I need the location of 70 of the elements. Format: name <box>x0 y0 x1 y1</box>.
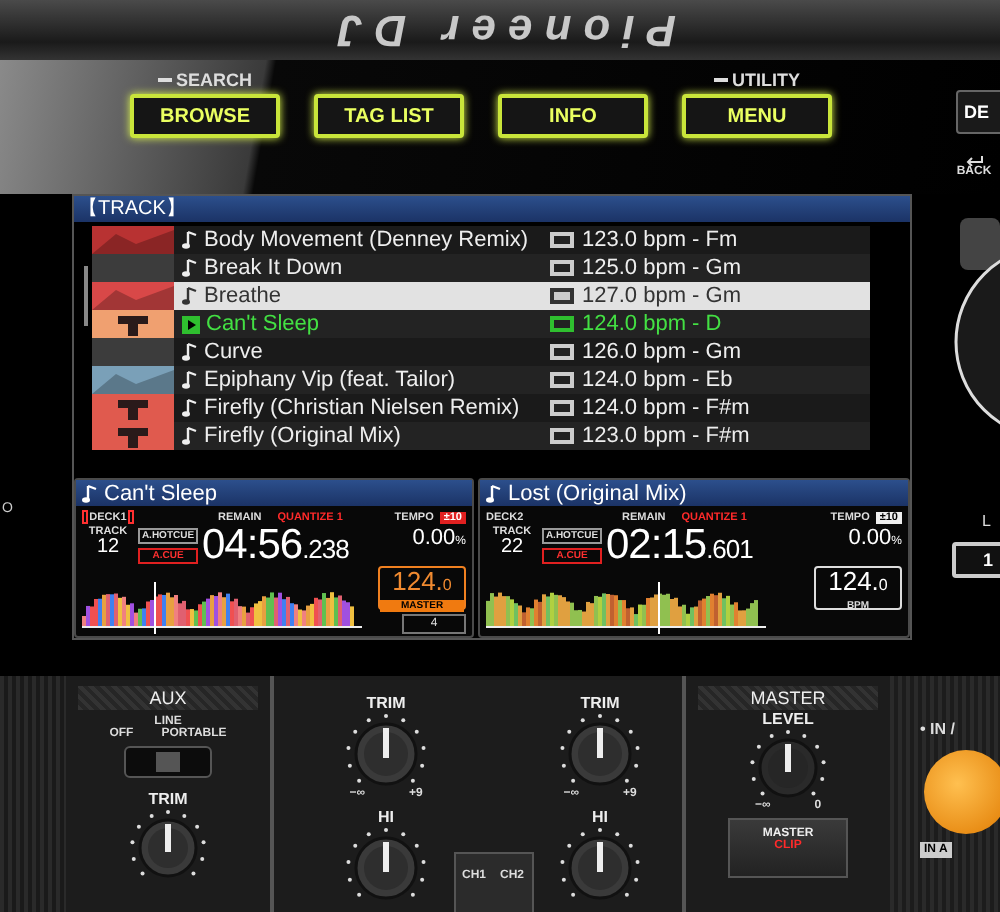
track-number: 12 <box>96 538 120 558</box>
track-title: Breathe <box>174 284 550 308</box>
music-note-icon <box>182 286 198 306</box>
section-title: AUX <box>78 686 258 710</box>
section-title: MASTER <box>698 686 878 710</box>
list-header: 【TRACK】 <box>74 196 910 222</box>
bpm-icon <box>550 260 574 276</box>
bpm-key: 124.0 bpm - Eb <box>582 368 733 392</box>
track-row[interactable]: Firefly (Christian Nielsen Remix) 124.0 bpm - F#m <box>92 394 870 422</box>
shift-label: UTILITY <box>714 66 800 94</box>
deck-track-title: Lost (Original Mix) <box>480 480 908 506</box>
knob-label: LEVEL <box>762 710 814 728</box>
knob-label: TRIM <box>148 790 188 808</box>
music-note-icon <box>182 342 198 362</box>
bpm-icon <box>550 344 574 360</box>
bpm-icon <box>550 428 574 444</box>
track-row[interactable]: Break It Down 125.0 bpm - Gm <box>92 254 870 282</box>
bpm-key: 125.0 bpm - Gm <box>582 256 741 280</box>
knob-label: TRIM <box>580 694 620 712</box>
track-row[interactable]: Firefly (Original Mix) 123.0 bpm - F#m <box>92 422 870 450</box>
deck-track-title: Can't Sleep <box>76 480 472 506</box>
remaining-time: 04:56.238 <box>202 526 351 564</box>
loop-label: L <box>982 512 991 530</box>
bpm-key: 123.0 bpm - Fm <box>582 228 738 252</box>
track-row[interactable]: Breathe 127.0 bpm - Gm <box>92 282 870 310</box>
bpm-icon <box>550 372 574 388</box>
track-title: Firefly (Original Mix) <box>174 424 550 448</box>
input-knob[interactable] <box>924 750 1000 834</box>
knob-label: HI <box>592 808 608 826</box>
track-title: Break It Down <box>174 256 550 280</box>
music-note-icon <box>182 230 198 250</box>
bpm-icon <box>550 400 574 416</box>
track-row[interactable]: Can't Sleep 124.0 bpm - D <box>92 310 870 338</box>
browse-button[interactable]: MENU <box>682 94 832 138</box>
track-row[interactable]: Epiphany Vip (feat. Tailor) 124.0 bpm - Eb <box>92 366 870 394</box>
loop-button[interactable]: 1 <box>952 542 1000 578</box>
bpm-key: 124.0 bpm - D <box>582 312 722 336</box>
track-title: Firefly (Christian Nielsen Remix) <box>174 396 550 420</box>
bpm-icon <box>550 232 574 248</box>
input-switch[interactable] <box>124 746 212 778</box>
music-note-icon <box>182 426 198 446</box>
browse-button[interactable]: TAG LIST <box>314 94 464 138</box>
brand-logo: Pioneer DJ <box>325 4 675 56</box>
bpm-key: 126.0 bpm - Gm <box>582 340 741 364</box>
knob-label: TRIM <box>366 694 406 712</box>
music-note-icon <box>486 483 502 503</box>
bpm-icon <box>550 316 574 332</box>
browse-button[interactable]: BROWSE <box>130 94 280 138</box>
track-row[interactable]: Curve 126.0 bpm - Gm <box>92 338 870 366</box>
music-note-icon <box>182 370 198 390</box>
music-note-icon <box>182 398 198 418</box>
track-title: Curve <box>174 340 550 364</box>
bpm-key: 123.0 bpm - F#m <box>582 424 750 448</box>
bpm-key: 127.0 bpm - Gm <box>582 284 741 308</box>
input-label: • IN / <box>920 720 957 738</box>
shift-label: SEARCH <box>157 66 252 94</box>
browse-button[interactable]: INFO <box>498 94 648 138</box>
track-title: Epiphany Vip (feat. Tailor) <box>174 368 550 392</box>
track-number: 22 <box>500 538 524 558</box>
music-note-icon <box>82 483 98 503</box>
knob-label: HI <box>378 808 394 826</box>
remaining-time: 02:15.601 <box>606 526 755 564</box>
music-note-icon <box>182 258 198 278</box>
track-title: Body Movement (Denney Remix) <box>174 228 550 252</box>
bpm-key: 124.0 bpm - F#m <box>582 396 750 420</box>
track-row[interactable]: Body Movement (Denney Remix) 123.0 bpm - Fm <box>92 226 870 254</box>
track-title: Can't Sleep <box>174 312 550 336</box>
back-arrow-icon <box>964 154 984 166</box>
bpm-icon <box>550 288 574 304</box>
deck-button[interactable]: DE <box>956 90 1000 134</box>
